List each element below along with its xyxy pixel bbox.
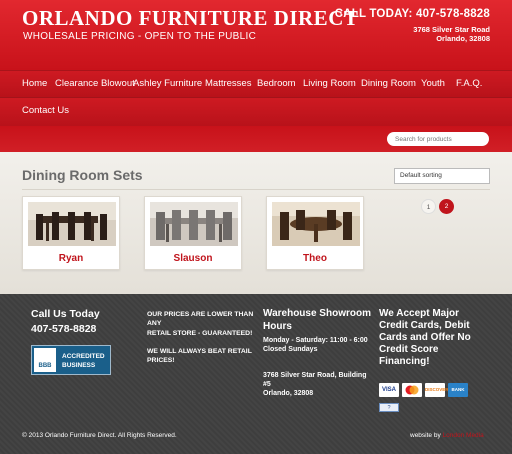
nav-youth[interactable]: Youth [421, 78, 445, 89]
showroom-heading-line2: Hours [263, 321, 292, 332]
pagination-page-1[interactable]: 1 [421, 199, 436, 214]
mastercard-icon [402, 383, 422, 397]
nav-clearance-blowout[interactable]: Clearance Blowout [55, 78, 135, 89]
bbb-badge[interactable]: BBB ACCREDITED BUSINESS [31, 345, 111, 375]
sort-select[interactable]: Default sorting [394, 168, 490, 184]
nav-dining-room[interactable]: Dining Room [361, 78, 416, 89]
search-bar [0, 126, 512, 152]
bank-card-icon: BANK [448, 383, 468, 397]
price-guarantee-line2: ANY [147, 320, 162, 327]
product-image-slauson [150, 202, 238, 246]
header-address-line1: 3768 Silver Star Road [413, 25, 490, 34]
nav-ashley-furniture[interactable]: Ashley Furniture [133, 78, 202, 89]
main-nav: Home Clearance Blowout Ashley Furniture … [0, 70, 512, 98]
product-name[interactable]: Ryan [23, 253, 119, 264]
page-title: Dining Room Sets [22, 167, 143, 183]
product-name[interactable]: Theo [267, 253, 363, 264]
product-image-ryan [28, 202, 116, 246]
footer-call-heading: Call Us Today [31, 308, 100, 320]
pagination-page-2[interactable]: 2 [439, 199, 454, 214]
site-logo-title[interactable]: ORLANDO FURNITURE DIRECT [22, 6, 358, 31]
nav-living-room[interactable]: Living Room [303, 78, 356, 89]
price-beat-line1: WE WILL ALWAYS BEAT RETAIL [147, 348, 252, 355]
bbb-logo-icon: BBB [34, 348, 56, 372]
help-icon: ? [379, 403, 399, 412]
search-input[interactable] [387, 132, 489, 146]
title-divider [22, 189, 490, 190]
bbb-label-line2: BUSINESS [62, 362, 96, 369]
showroom-heading-line1: Warehouse Showroom [263, 308, 371, 319]
nav-faq[interactable]: F.A.Q. [456, 78, 482, 89]
discover-card-icon: DISCOVER [425, 383, 449, 397]
site-tagline: WHOLESALE PRICING - OPEN TO THE PUBLIC [23, 31, 257, 42]
bbb-label-line1: ACCREDITED [62, 353, 105, 360]
payment-heading-line1: We Accept Major [379, 308, 460, 319]
nav-home[interactable]: Home [22, 78, 47, 89]
product-name[interactable]: Slauson [145, 253, 241, 264]
payment-heading-line2: Credit Cards, Debit [379, 320, 470, 331]
credit-prefix: website by [410, 432, 441, 439]
nav-contact-us[interactable]: Contact Us [22, 105, 69, 116]
footer-phone[interactable]: 407-578-8828 [31, 323, 96, 335]
visa-card-icon: VISA [379, 383, 399, 397]
payment-heading-line5: Financing! [379, 356, 430, 367]
header-phone[interactable]: CALL TODAY: 407-578-8828 [335, 8, 490, 20]
main-nav-row2: Contact Us [0, 98, 512, 126]
product-image-theo [272, 202, 360, 246]
header-address-line2: Orlando, 32808 [436, 34, 490, 43]
site-header: ORLANDO FURNITURE DIRECT WHOLESALE PRICI… [0, 0, 512, 70]
mastercard-circles-icon [405, 385, 419, 395]
nav-bedroom[interactable]: Bedroom [257, 78, 296, 89]
price-guarantee-line3: RETAIL STORE - GUARANTEED! [147, 330, 253, 337]
product-card-slauson[interactable]: Slauson [144, 196, 242, 270]
product-card-theo[interactable]: Theo [266, 196, 364, 270]
showroom-address-line2: #5 [263, 381, 271, 388]
price-beat-line2: PRICES! [147, 357, 175, 364]
copyright-text: © 2013 Orlando Furniture Direct. All Rig… [22, 432, 177, 439]
nav-mattresses[interactable]: Mattresses [205, 78, 251, 89]
payment-heading-line3: Cards and Offer No [379, 332, 471, 343]
showroom-closed: Closed Sundays [263, 346, 318, 353]
site-credit: website by London Media [410, 432, 484, 439]
credit-link[interactable]: London Media [443, 432, 484, 439]
price-guarantee-line1: OUR PRICES ARE LOWER THAN [147, 311, 254, 318]
product-card-ryan[interactable]: Ryan [22, 196, 120, 270]
showroom-address-line1: 3768 Silver Star Road, Building [263, 372, 367, 379]
payment-heading-line4: Credit Score [379, 344, 439, 355]
showroom-hours: Monday - Saturday: 11:00 - 6:00 [263, 337, 368, 344]
showroom-address-line3: Orlando, 32808 [263, 390, 314, 397]
